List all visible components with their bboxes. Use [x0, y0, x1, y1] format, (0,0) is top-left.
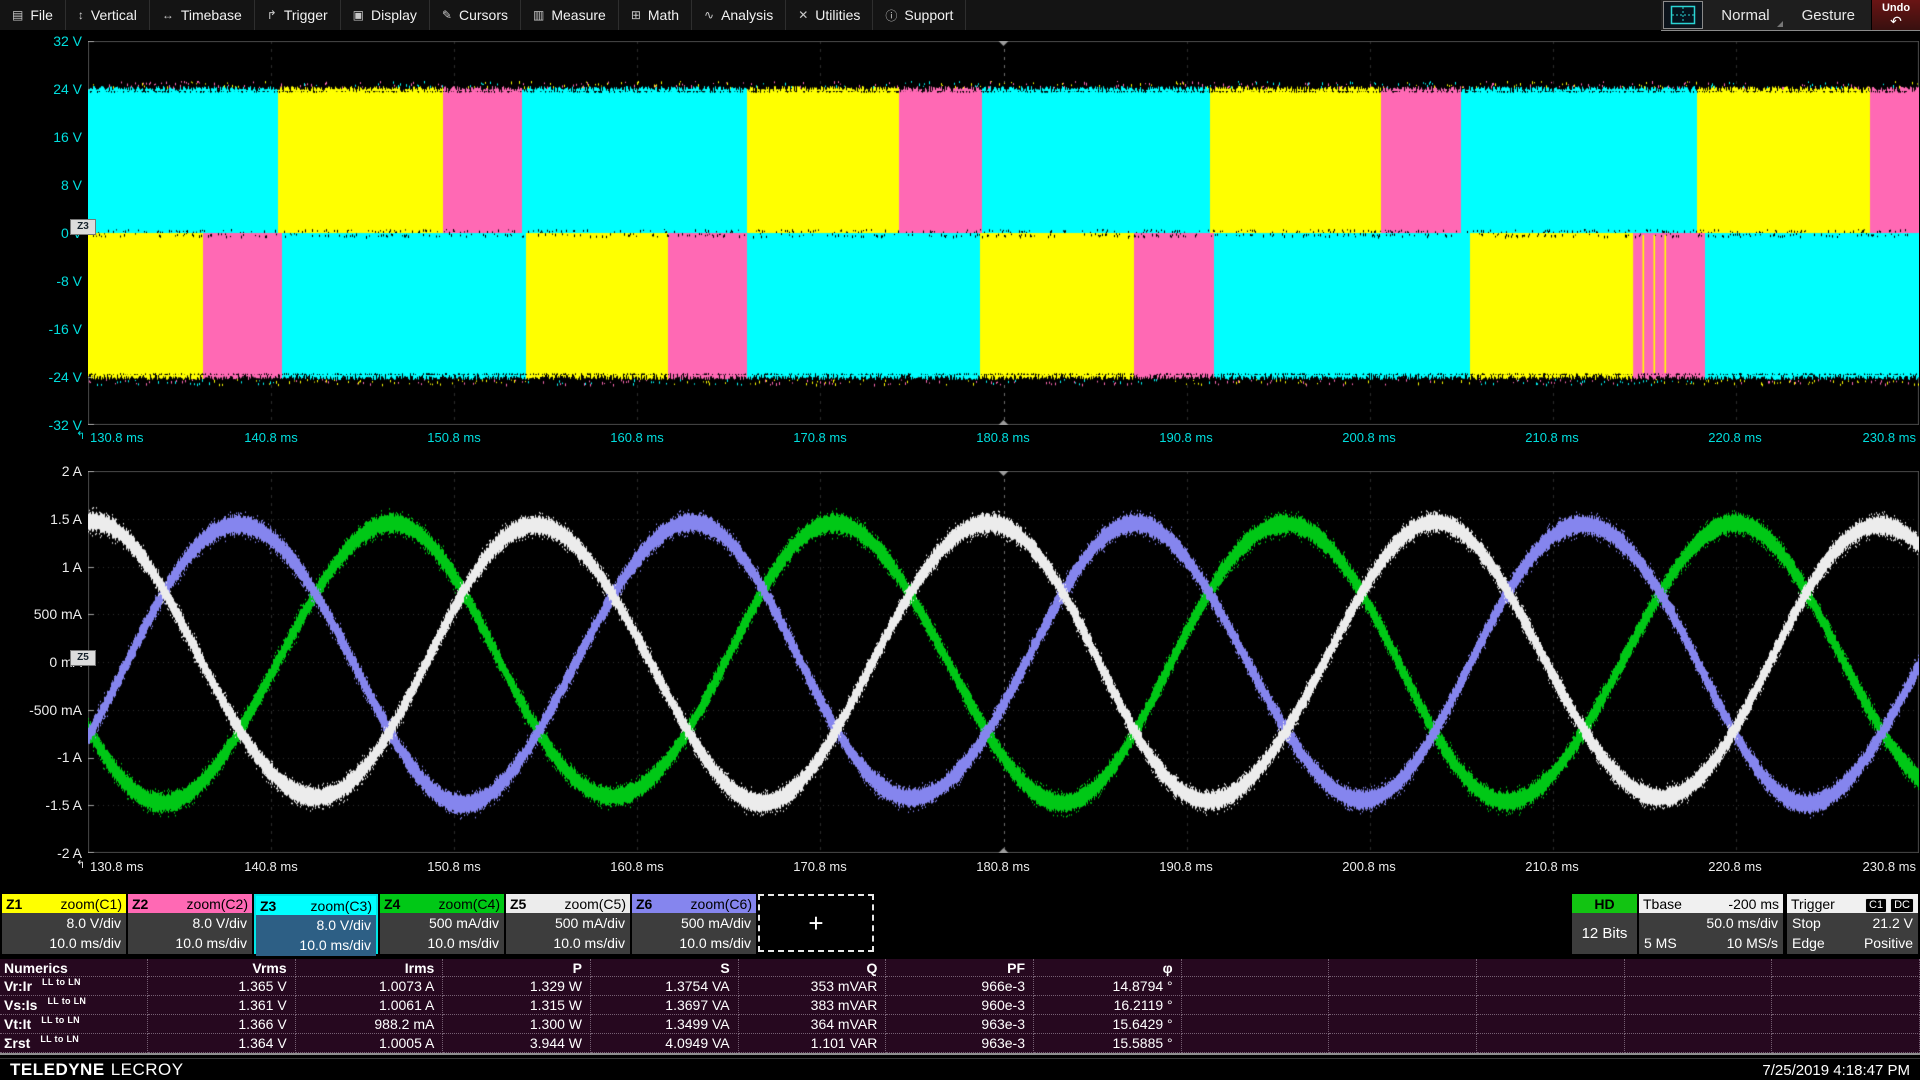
- menu-vertical[interactable]: ↕Vertical: [66, 0, 150, 30]
- teledyne-lecroy-logo: TELEDYNELECROY: [10, 1060, 184, 1080]
- row-label: ΣrstLL to LN: [0, 1034, 148, 1053]
- gesture-button[interactable]: Gesture: [1786, 0, 1871, 30]
- trigger-box[interactable]: Trigger C1DC Stop21.2 V EdgePositive: [1787, 894, 1918, 954]
- col-irms: Irms: [296, 959, 444, 977]
- display-mode-button[interactable]: Normal: [1705, 0, 1785, 30]
- menu-measure[interactable]: ▥Measure: [521, 0, 619, 30]
- display-icon: ▣: [353, 8, 364, 22]
- channel-descriptor-z1[interactable]: Z1zoom(C1) 8.0 V/div10.0 ms/div: [2, 894, 126, 954]
- math-icon: ⊞: [631, 8, 641, 22]
- current-waveform-grid[interactable]: [88, 471, 1919, 853]
- file-icon: ▤: [12, 8, 23, 22]
- col-s: S: [591, 959, 739, 977]
- pretrigger-arrow-icon: ↰: [76, 858, 85, 871]
- timebase-box[interactable]: Tbase-200 ms 50.0 ms/div 5 MS10 MS/s: [1639, 894, 1783, 954]
- menu-cursors[interactable]: ✎Cursors: [430, 0, 521, 30]
- timebase-icon: ↔: [162, 8, 174, 22]
- menu-file[interactable]: ▤File: [0, 0, 66, 30]
- analysis-icon: ∿: [704, 8, 714, 22]
- undo-button[interactable]: Undo ↶: [1871, 0, 1920, 30]
- cursors-icon: ✎: [442, 8, 452, 22]
- chevron-corner-icon: [1777, 21, 1783, 27]
- grid-style-button[interactable]: [1663, 1, 1703, 29]
- trigger-icon: ↱: [267, 8, 277, 22]
- channel-descriptor-z3[interactable]: Z3zoom(C3) 8.0 V/div10.0 ms/div: [254, 894, 378, 954]
- numerics-table[interactable]: Numerics Vrms Irms P S Q PF φ Vr:IrLL to…: [0, 959, 1920, 1055]
- voltage-waveform-grid[interactable]: [88, 41, 1919, 425]
- menu-right-controls: Normal Gesture Undo ↶: [1661, 0, 1920, 31]
- col-pf: PF: [886, 959, 1034, 977]
- hd-mode-box[interactable]: HD 12 Bits: [1572, 894, 1637, 954]
- col-vrms: Vrms: [148, 959, 296, 977]
- channel-descriptor-z4[interactable]: Z4zoom(C4) 500 mA/div10.0 ms/div: [380, 894, 504, 954]
- menu-utilities[interactable]: ✕Utilities: [786, 0, 873, 30]
- menu-timebase[interactable]: ↔Timebase: [150, 0, 255, 30]
- grid-display-icon: [1670, 5, 1696, 25]
- datetime-display: 7/25/2019 4:18:47 PM: [1762, 1062, 1910, 1079]
- status-bar: TELEDYNELECROY 7/25/2019 4:18:47 PM: [0, 1058, 1920, 1080]
- z3-zero-marker[interactable]: Z3: [70, 219, 96, 235]
- trigger-coupling-badge: DC: [1890, 898, 1914, 913]
- col-p: P: [443, 959, 591, 977]
- support-icon: ⓘ: [885, 7, 897, 24]
- measure-icon: ▥: [533, 8, 544, 22]
- utilities-icon: ✕: [798, 8, 808, 22]
- menu-trigger[interactable]: ↱Trigger: [255, 0, 341, 30]
- menu-display[interactable]: ▣Display: [341, 0, 430, 30]
- menu-math[interactable]: ⊞Math: [619, 0, 692, 30]
- undo-arrow-icon: ↶: [1890, 14, 1902, 28]
- menu-analysis[interactable]: ∿Analysis: [692, 0, 786, 30]
- add-trace-button[interactable]: +: [758, 894, 874, 952]
- row-label: Vr:IrLL to LN: [0, 977, 148, 996]
- channel-descriptor-z5[interactable]: Z5zoom(C5) 500 mA/div10.0 ms/div: [506, 894, 630, 954]
- channel-descriptor-z2[interactable]: Z2zoom(C2) 8.0 V/div10.0 ms/div: [128, 894, 252, 954]
- col-phi: φ: [1034, 959, 1182, 977]
- pretrigger-arrow-icon: ↰: [76, 429, 85, 442]
- oscilloscope-screen: ▤File ↕Vertical ↔Timebase ↱Trigger ▣Disp…: [0, 0, 1920, 1080]
- menu-bar: ▤File ↕Vertical ↔Timebase ↱Trigger ▣Disp…: [0, 0, 1920, 30]
- row-label: Vs:IsLL to LN: [0, 996, 148, 1015]
- row-label: Vt:ItLL to LN: [0, 1015, 148, 1034]
- numerics-title: Numerics: [0, 959, 148, 977]
- col-q: Q: [739, 959, 887, 977]
- trigger-source-badge: C1: [1865, 898, 1887, 913]
- menu-support[interactable]: ⓘSupport: [873, 0, 966, 30]
- channel-descriptor-z6[interactable]: Z6zoom(C6) 500 mA/div10.0 ms/div: [632, 894, 756, 954]
- z5-zero-marker[interactable]: Z5: [70, 650, 96, 666]
- vertical-icon: ↕: [78, 8, 84, 22]
